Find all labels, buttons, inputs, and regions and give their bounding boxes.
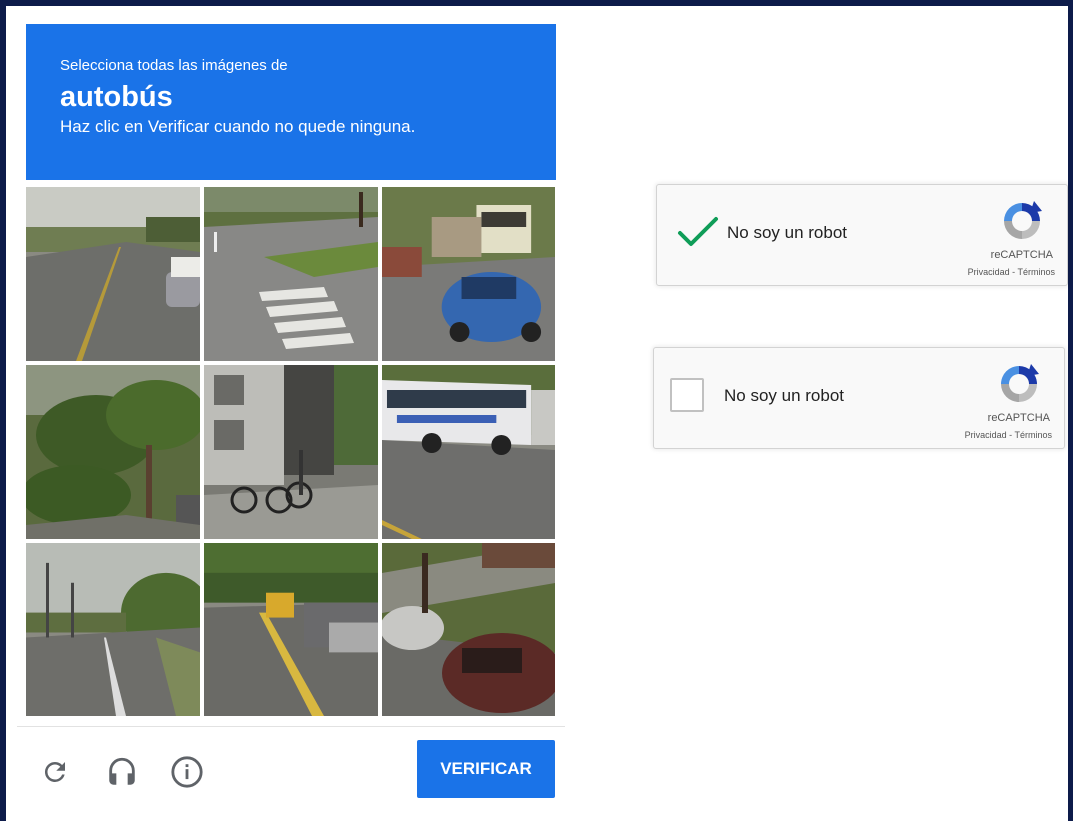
recaptcha-checkbox[interactable]: [670, 378, 704, 412]
footer-divider: [17, 726, 565, 727]
image-tile-8[interactable]: [204, 543, 378, 716]
captcha-challenge-panel: Selecciona todas las imágenes de autobús…: [17, 19, 565, 827]
challenge-hint: Haz clic en Verificar cuando no quede ni…: [60, 117, 416, 136]
image-tile-3[interactable]: [382, 187, 555, 361]
checkmark-icon[interactable]: [677, 215, 719, 251]
image-tile-6[interactable]: [382, 365, 555, 539]
headphones-icon[interactable]: [103, 753, 141, 791]
recaptcha-legal-links[interactable]: Privacidad - Términos: [968, 267, 1055, 277]
challenge-target: autobús: [60, 81, 173, 113]
image-tile-9[interactable]: [382, 543, 555, 716]
image-tile-7[interactable]: [26, 543, 200, 716]
recaptcha-logo-icon: [1004, 201, 1042, 239]
recaptcha-brand: reCAPTCHA: [987, 412, 1050, 424]
recaptcha-brand: reCAPTCHA: [990, 249, 1053, 261]
challenge-intro: Selecciona todas las imágenes de: [60, 57, 288, 74]
recaptcha-widget-checked: No soy un robot reCAPTCHA Privacidad - T…: [656, 184, 1068, 286]
image-grid: [26, 187, 556, 717]
recaptcha-label: No soy un robot: [724, 386, 845, 405]
image-tile-2[interactable]: [204, 187, 378, 361]
verify-button[interactable]: VERIFICAR: [417, 740, 555, 798]
image-tile-4[interactable]: [26, 365, 200, 539]
reload-icon[interactable]: [36, 753, 74, 791]
recaptcha-legal-links[interactable]: Privacidad - Términos: [965, 430, 1052, 440]
image-tile-5[interactable]: [204, 365, 378, 539]
recaptcha-widget-unchecked: No soy un robot reCAPTCHA Privacidad - T…: [653, 347, 1065, 449]
app-frame: Selecciona todas las imágenes de autobús…: [0, 0, 1073, 827]
recaptcha-label: No soy un robot: [727, 223, 848, 242]
challenge-header: Selecciona todas las imágenes de autobús…: [26, 24, 556, 180]
image-tile-1[interactable]: [26, 187, 200, 361]
recaptcha-logo-icon: [1001, 364, 1039, 402]
info-icon[interactable]: [168, 753, 206, 791]
